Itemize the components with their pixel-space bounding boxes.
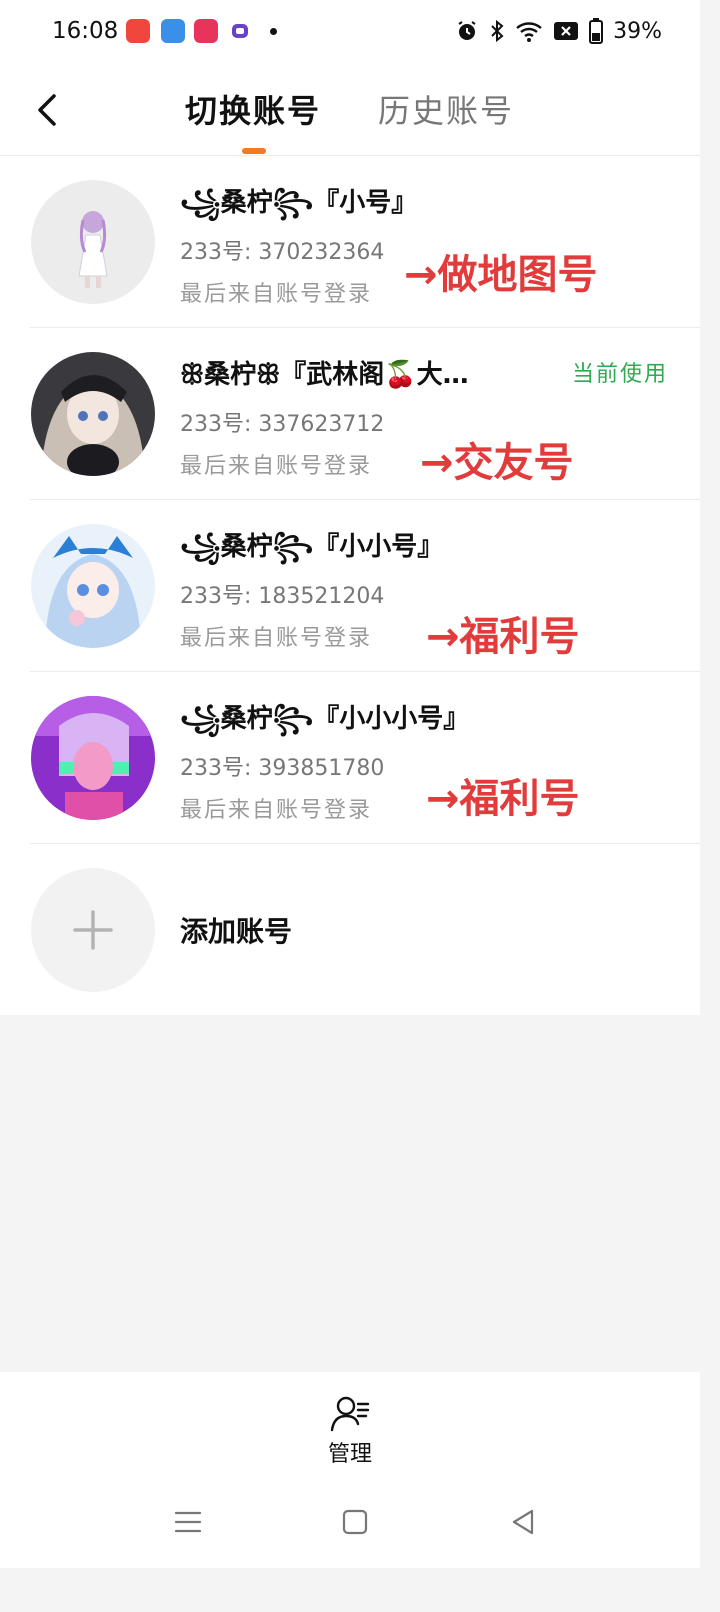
- battery-percent: 39%: [613, 18, 662, 44]
- wifi-icon: [516, 22, 542, 42]
- status-time: 16:08: [52, 18, 119, 44]
- account-row[interactable]: ꧁桑柠꧂『小小小号』 233号: 393851780 最后来自账号登录 →福利号: [0, 672, 700, 844]
- bottom-bar: 管理: [0, 1372, 700, 1568]
- account-id: 233号: 337623712: [180, 412, 385, 437]
- login-source: 最后来自账号登录: [180, 282, 373, 307]
- weather-app-icon: [161, 19, 185, 43]
- login-source: 最后来自账号登录: [180, 454, 373, 479]
- account-name: ꧁桑柠꧂『小小号』: [180, 532, 444, 562]
- add-account-row[interactable]: 添加账号: [0, 844, 700, 1015]
- battery-icon: [589, 18, 604, 44]
- handwritten-note: →交友号: [420, 440, 574, 486]
- account-id: 233号: 370232364: [180, 240, 385, 265]
- tab-history-account[interactable]: 历史账号: [378, 86, 514, 132]
- add-account-label: 添加账号: [180, 915, 293, 948]
- login-source: 最后来自账号登录: [180, 626, 373, 651]
- account-name: ꕥ桑柠ꕥ『武林阁🍒大…: [180, 360, 469, 390]
- menu-nav-icon[interactable]: [172, 1506, 204, 1538]
- account-row[interactable]: ꧁桑柠꧂『小号』 233号: 370232364 最后来自账号登录 →做地图号: [0, 156, 700, 328]
- alarm-icon: [458, 21, 476, 40]
- account-row[interactable]: ꧁桑柠꧂『小小号』 233号: 183521204 最后来自账号登录 →福利号: [0, 500, 700, 672]
- login-source: 最后来自账号登录: [180, 798, 373, 823]
- current-in-use-label: 当前使用: [571, 362, 668, 387]
- notification-dot: [270, 28, 277, 35]
- account-id: 233号: 183521204: [180, 584, 385, 609]
- handwritten-note: →福利号: [426, 614, 580, 660]
- add-account-button[interactable]: [31, 868, 155, 992]
- video-app-icon: [194, 19, 218, 43]
- avatar: [31, 524, 155, 648]
- account-name: ꧁桑柠꧂『小号』: [180, 188, 418, 218]
- music-app-icon: [126, 19, 150, 43]
- purple-app-icon: [228, 19, 252, 43]
- plus-icon: [73, 910, 113, 950]
- back-arrow-icon[interactable]: [28, 88, 68, 132]
- manage-button[interactable]: 管理: [310, 1394, 390, 1467]
- home-nav-icon[interactable]: [339, 1506, 371, 1538]
- user-manage-icon: [330, 1396, 370, 1432]
- main-panel: 16:08 39% 切换账号 历史账号 ꧁桑柠꧂『小号』 233号: 37023…: [0, 0, 700, 1015]
- bluetooth-icon: [491, 19, 504, 43]
- avatar: [31, 180, 155, 304]
- account-row[interactable]: ꕥ桑柠ꕥ『武林阁🍒大… 当前使用 233号: 337623712 最后来自账号登…: [0, 328, 700, 500]
- tab-switch-account[interactable]: 切换账号: [185, 86, 321, 132]
- handwritten-note: →做地图号: [404, 252, 598, 298]
- avatar: [31, 352, 155, 476]
- tab-indicator: [242, 148, 266, 154]
- no-sim-icon: [554, 22, 579, 40]
- back-nav-icon[interactable]: [507, 1506, 539, 1538]
- handwritten-note: →福利号: [426, 776, 580, 822]
- manage-label: 管理: [327, 1442, 372, 1467]
- avatar: [31, 696, 155, 820]
- status-bar: 16:08 39%: [0, 0, 700, 64]
- account-name: ꧁桑柠꧂『小小小号』: [180, 704, 470, 734]
- header: 切换账号 历史账号: [0, 66, 700, 156]
- account-id: 233号: 393851780: [180, 756, 385, 781]
